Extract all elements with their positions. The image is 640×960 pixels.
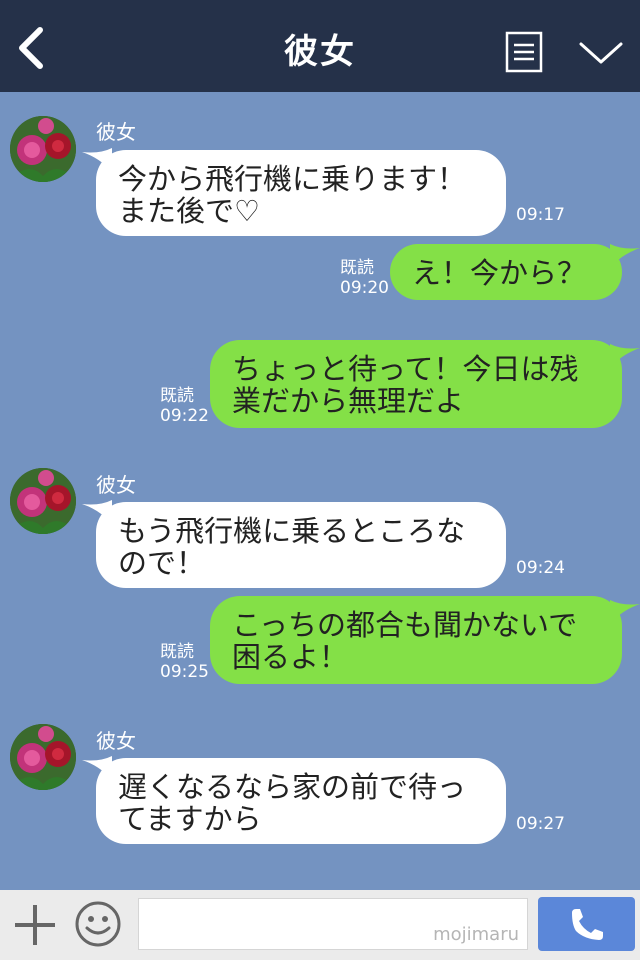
message-bubble[interactable]: え！今から？ <box>390 244 622 300</box>
bubble-tail <box>610 600 640 624</box>
avatar[interactable] <box>10 116 76 182</box>
message-bubble[interactable]: 遅くなるなら家の前で待っ てますから <box>96 758 506 844</box>
message-line: もう飛行機に乗るところな <box>118 514 466 548</box>
message-line: え！今から？ <box>412 256 587 290</box>
message-time: 09:24 <box>516 558 565 578</box>
read-receipt: 既読 09:20 <box>340 258 389 298</box>
message-line: 今から飛行機に乗ります！ <box>118 162 467 196</box>
message-bubble[interactable]: 今から飛行機に乗ります！ また後で♡ <box>96 150 506 236</box>
read-receipt: 既読 09:25 <box>160 642 209 682</box>
chat-header: 彼女 <box>0 0 640 92</box>
read-label: 既読 <box>340 258 374 278</box>
message-bubble[interactable]: ちょっと待って！今日は残 業だから無理だよ <box>210 340 622 428</box>
read-label: 既読 <box>160 386 194 406</box>
emoji-icon[interactable] <box>74 900 122 948</box>
chat-title: 彼女 <box>284 32 356 72</box>
message-line: 遅くなるなら家の前で待っ <box>118 770 467 804</box>
message-line: こっちの都合も聞かないで <box>232 608 578 642</box>
message-time: 09:17 <box>516 205 565 225</box>
message-line: てますから <box>118 802 262 836</box>
message-time: 09:25 <box>160 662 209 682</box>
menu-icon[interactable] <box>505 31 543 73</box>
message-line: ちょっと待って！今日は残 <box>232 352 579 386</box>
phone-icon <box>572 909 603 940</box>
message-time: 09:27 <box>516 814 565 834</box>
watermark: mojimaru <box>433 924 519 945</box>
message-line: 業だから無理だよ <box>232 384 465 418</box>
sender-name: 彼女 <box>96 473 136 497</box>
read-label: 既読 <box>160 642 194 662</box>
read-receipt: 既読 09:22 <box>160 386 209 426</box>
avatar[interactable] <box>10 724 76 790</box>
message-input[interactable]: mojimaru <box>138 898 528 950</box>
call-button[interactable] <box>538 897 635 951</box>
message-line: 困るよ！ <box>232 640 349 674</box>
bubble-tail <box>610 244 640 268</box>
message-line: また後で♡ <box>118 194 260 228</box>
message-line: ので！ <box>118 546 206 580</box>
avatar[interactable] <box>10 468 76 534</box>
sender-name: 彼女 <box>96 120 136 144</box>
plus-icon[interactable] <box>12 902 58 948</box>
sender-name: 彼女 <box>96 729 136 753</box>
message-time: 09:20 <box>340 278 389 298</box>
message-time: 09:22 <box>160 406 209 426</box>
message-list[interactable]: 彼女 今から飛行機に乗ります！ また後で♡ 09:17 既読 09:20 え！今… <box>0 92 640 890</box>
message-bubble[interactable]: こっちの都合も聞かないで 困るよ！ <box>210 596 622 684</box>
message-bubble[interactable]: もう飛行機に乗るところな ので！ <box>96 502 506 588</box>
chevron-down-icon[interactable] <box>578 38 624 68</box>
bubble-tail <box>610 344 640 368</box>
